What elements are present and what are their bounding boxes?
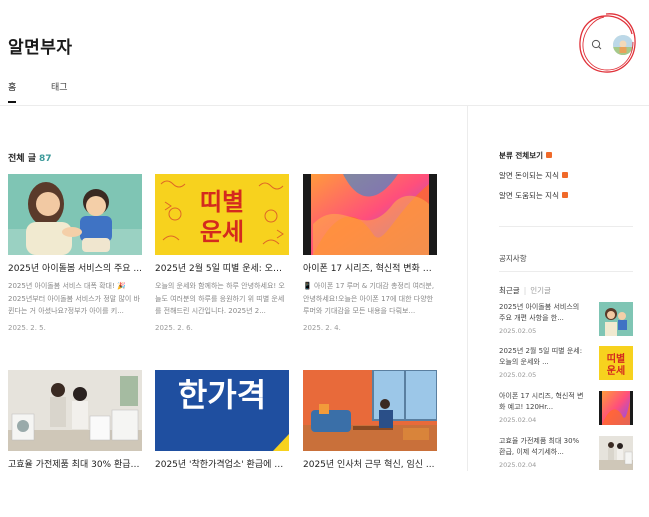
- post-card[interactable]: 고효율 가전제품 최대 30% 환급, ...: [8, 370, 142, 471]
- recent-item[interactable]: 2025년 2월 5일 띠별 운세: 오늘의 운세와 ... 2025.02.0…: [499, 346, 633, 382]
- post-title[interactable]: 2025년 아이돌봄 서비스의 주요 ...: [8, 263, 142, 275]
- post-thumbnail[interactable]: [8, 174, 142, 255]
- post-thumbnail[interactable]: [303, 174, 437, 255]
- post-summary: 오늘의 운세와 함께하는 하루 안녕하세요! 오늘도 여러분의 하루를 응원하기…: [155, 282, 285, 315]
- post-card[interactable]: 아이폰 17 시리즈, 혁신적 변화 예... 📱 아이폰 17 루머 & 기대…: [303, 174, 437, 332]
- post-title[interactable]: 고효율 가전제품 최대 30% 환급, ...: [8, 459, 142, 471]
- recent-item-date: 2025.02.04: [499, 461, 537, 469]
- notice-heading[interactable]: 공지사항: [499, 253, 527, 264]
- post-title[interactable]: 2025년 2월 5일 띠별 운세: 오늘...: [155, 263, 289, 275]
- fortune-thumb-line2: 운세: [200, 218, 244, 246]
- post-thumbnail[interactable]: [8, 370, 142, 451]
- recent-item-date: 2025.02.05: [499, 327, 537, 335]
- post-thumbnail[interactable]: [303, 370, 437, 451]
- recent-item[interactable]: 고효율 가전제품 최대 30% 환급, 이제 석기세하... 2025.02.0…: [499, 436, 633, 472]
- post-card[interactable]: 2025년 인사처 근무 혁신, 임신 ...: [303, 370, 437, 471]
- post-card[interactable]: 2025년 아이돌봄 서비스의 주요 ... 2025년 아이돌봄 서비스 대폭…: [8, 174, 142, 332]
- avatar[interactable]: [613, 35, 633, 55]
- post-summary: 📱 아이폰 17 루머 & 기대감 총정리 여러분, 안녕하세요!오늘은 아이폰…: [303, 282, 435, 315]
- recent-item-title[interactable]: 고효율 가전제품 최대 30% 환급, 이제 석기세하...: [499, 436, 587, 457]
- post-title[interactable]: 2025년 인사처 근무 혁신, 임신 ...: [303, 459, 437, 471]
- recent-item-title[interactable]: 아이폰 17 시리즈, 혁신적 변화 예고! 120Hr...: [499, 391, 587, 412]
- price-thumb-text: 한가격: [178, 376, 266, 414]
- post-summary: 2025년 아이돌봄 서비스 대폭 확대! 🎉 2025년부터 아이돌봄 서비스…: [8, 282, 140, 315]
- recent-item-thumbnail[interactable]: [599, 436, 633, 470]
- post-card[interactable]: 한가격 2025년 '착한가격업소' 환급에 기...: [155, 370, 289, 471]
- sidebar-divider-1: [499, 226, 633, 227]
- post-card[interactable]: 띠별 운세 2025년 2월 5일 띠별 운세: 오늘... 오늘의 운세와 함…: [155, 174, 289, 332]
- fortune-thumb-line1: 띠별: [200, 188, 244, 216]
- site-title[interactable]: 알면부자: [8, 33, 73, 58]
- sidebar-divider-2: [499, 271, 633, 272]
- tab-recent[interactable]: 최근글: [499, 286, 520, 295]
- post-date: 2025. 2. 5.: [8, 324, 46, 332]
- tab-home[interactable]: 홈: [8, 80, 16, 93]
- recent-popular-tabs: 최근글 | 인기글: [499, 285, 551, 296]
- section-title-label: 전체 글: [8, 154, 36, 164]
- recent-item-title[interactable]: 2025년 2월 5일 띠별 운세: 오늘의 운세와 ...: [499, 346, 587, 367]
- tab-separator: |: [523, 286, 527, 295]
- category-label[interactable]: 알면 돈이되는 지식: [499, 171, 559, 180]
- recent-item-date: 2025.02.05: [499, 371, 537, 379]
- recent-item[interactable]: 아이폰 17 시리즈, 혁신적 변화 예고! 120Hr... 2025.02.…: [499, 391, 633, 427]
- tab-tag[interactable]: 태그: [51, 80, 68, 93]
- post-thumbnail[interactable]: 띠별 운세: [155, 174, 289, 255]
- new-badge-icon: [561, 192, 568, 198]
- tab-popular[interactable]: 인기글: [530, 286, 551, 295]
- recent-item-thumbnail[interactable]: 띠별 운세: [599, 346, 633, 380]
- post-title[interactable]: 2025년 '착한가격업소' 환급에 기...: [155, 459, 289, 471]
- post-thumbnail[interactable]: 한가격: [155, 370, 289, 451]
- category-helpful-knowledge[interactable]: 알면 도움되는 지식: [499, 190, 568, 201]
- post-title[interactable]: 아이폰 17 시리즈, 혁신적 변화 예...: [303, 263, 437, 275]
- recent-item-date: 2025.02.04: [499, 416, 537, 424]
- category-money-knowledge[interactable]: 알면 돈이되는 지식: [499, 170, 568, 181]
- search-icon[interactable]: [588, 36, 606, 54]
- new-badge-icon: [546, 152, 553, 158]
- fortune-thumb-line2: 운세: [607, 364, 625, 377]
- category-all-label[interactable]: 분류 전체보기: [499, 151, 543, 160]
- category-label[interactable]: 알면 도움되는 지식: [499, 191, 559, 200]
- post-date: 2025. 2. 4.: [303, 324, 341, 332]
- recent-item[interactable]: 2025년 아이돌봄 서비스의 주요 개편 사항을 한... 2025.02.0…: [499, 302, 633, 338]
- post-date: 2025. 2. 6.: [155, 324, 193, 332]
- recent-item-title[interactable]: 2025년 아이돌봄 서비스의 주요 개편 사항을 한...: [499, 302, 587, 323]
- recent-item-thumbnail[interactable]: [599, 391, 633, 425]
- sidebar-divider: [467, 106, 468, 471]
- new-badge-icon: [561, 172, 568, 178]
- section-title: 전체 글 87: [8, 151, 52, 164]
- recent-item-thumbnail[interactable]: [599, 302, 633, 336]
- post-count: 87: [38, 154, 52, 164]
- active-tab-indicator: [8, 101, 16, 103]
- site-header: 알면부자 홈 태그: [0, 0, 649, 106]
- fortune-thumb-line1: 띠별: [607, 352, 625, 365]
- category-all[interactable]: 분류 전체보기: [499, 150, 553, 161]
